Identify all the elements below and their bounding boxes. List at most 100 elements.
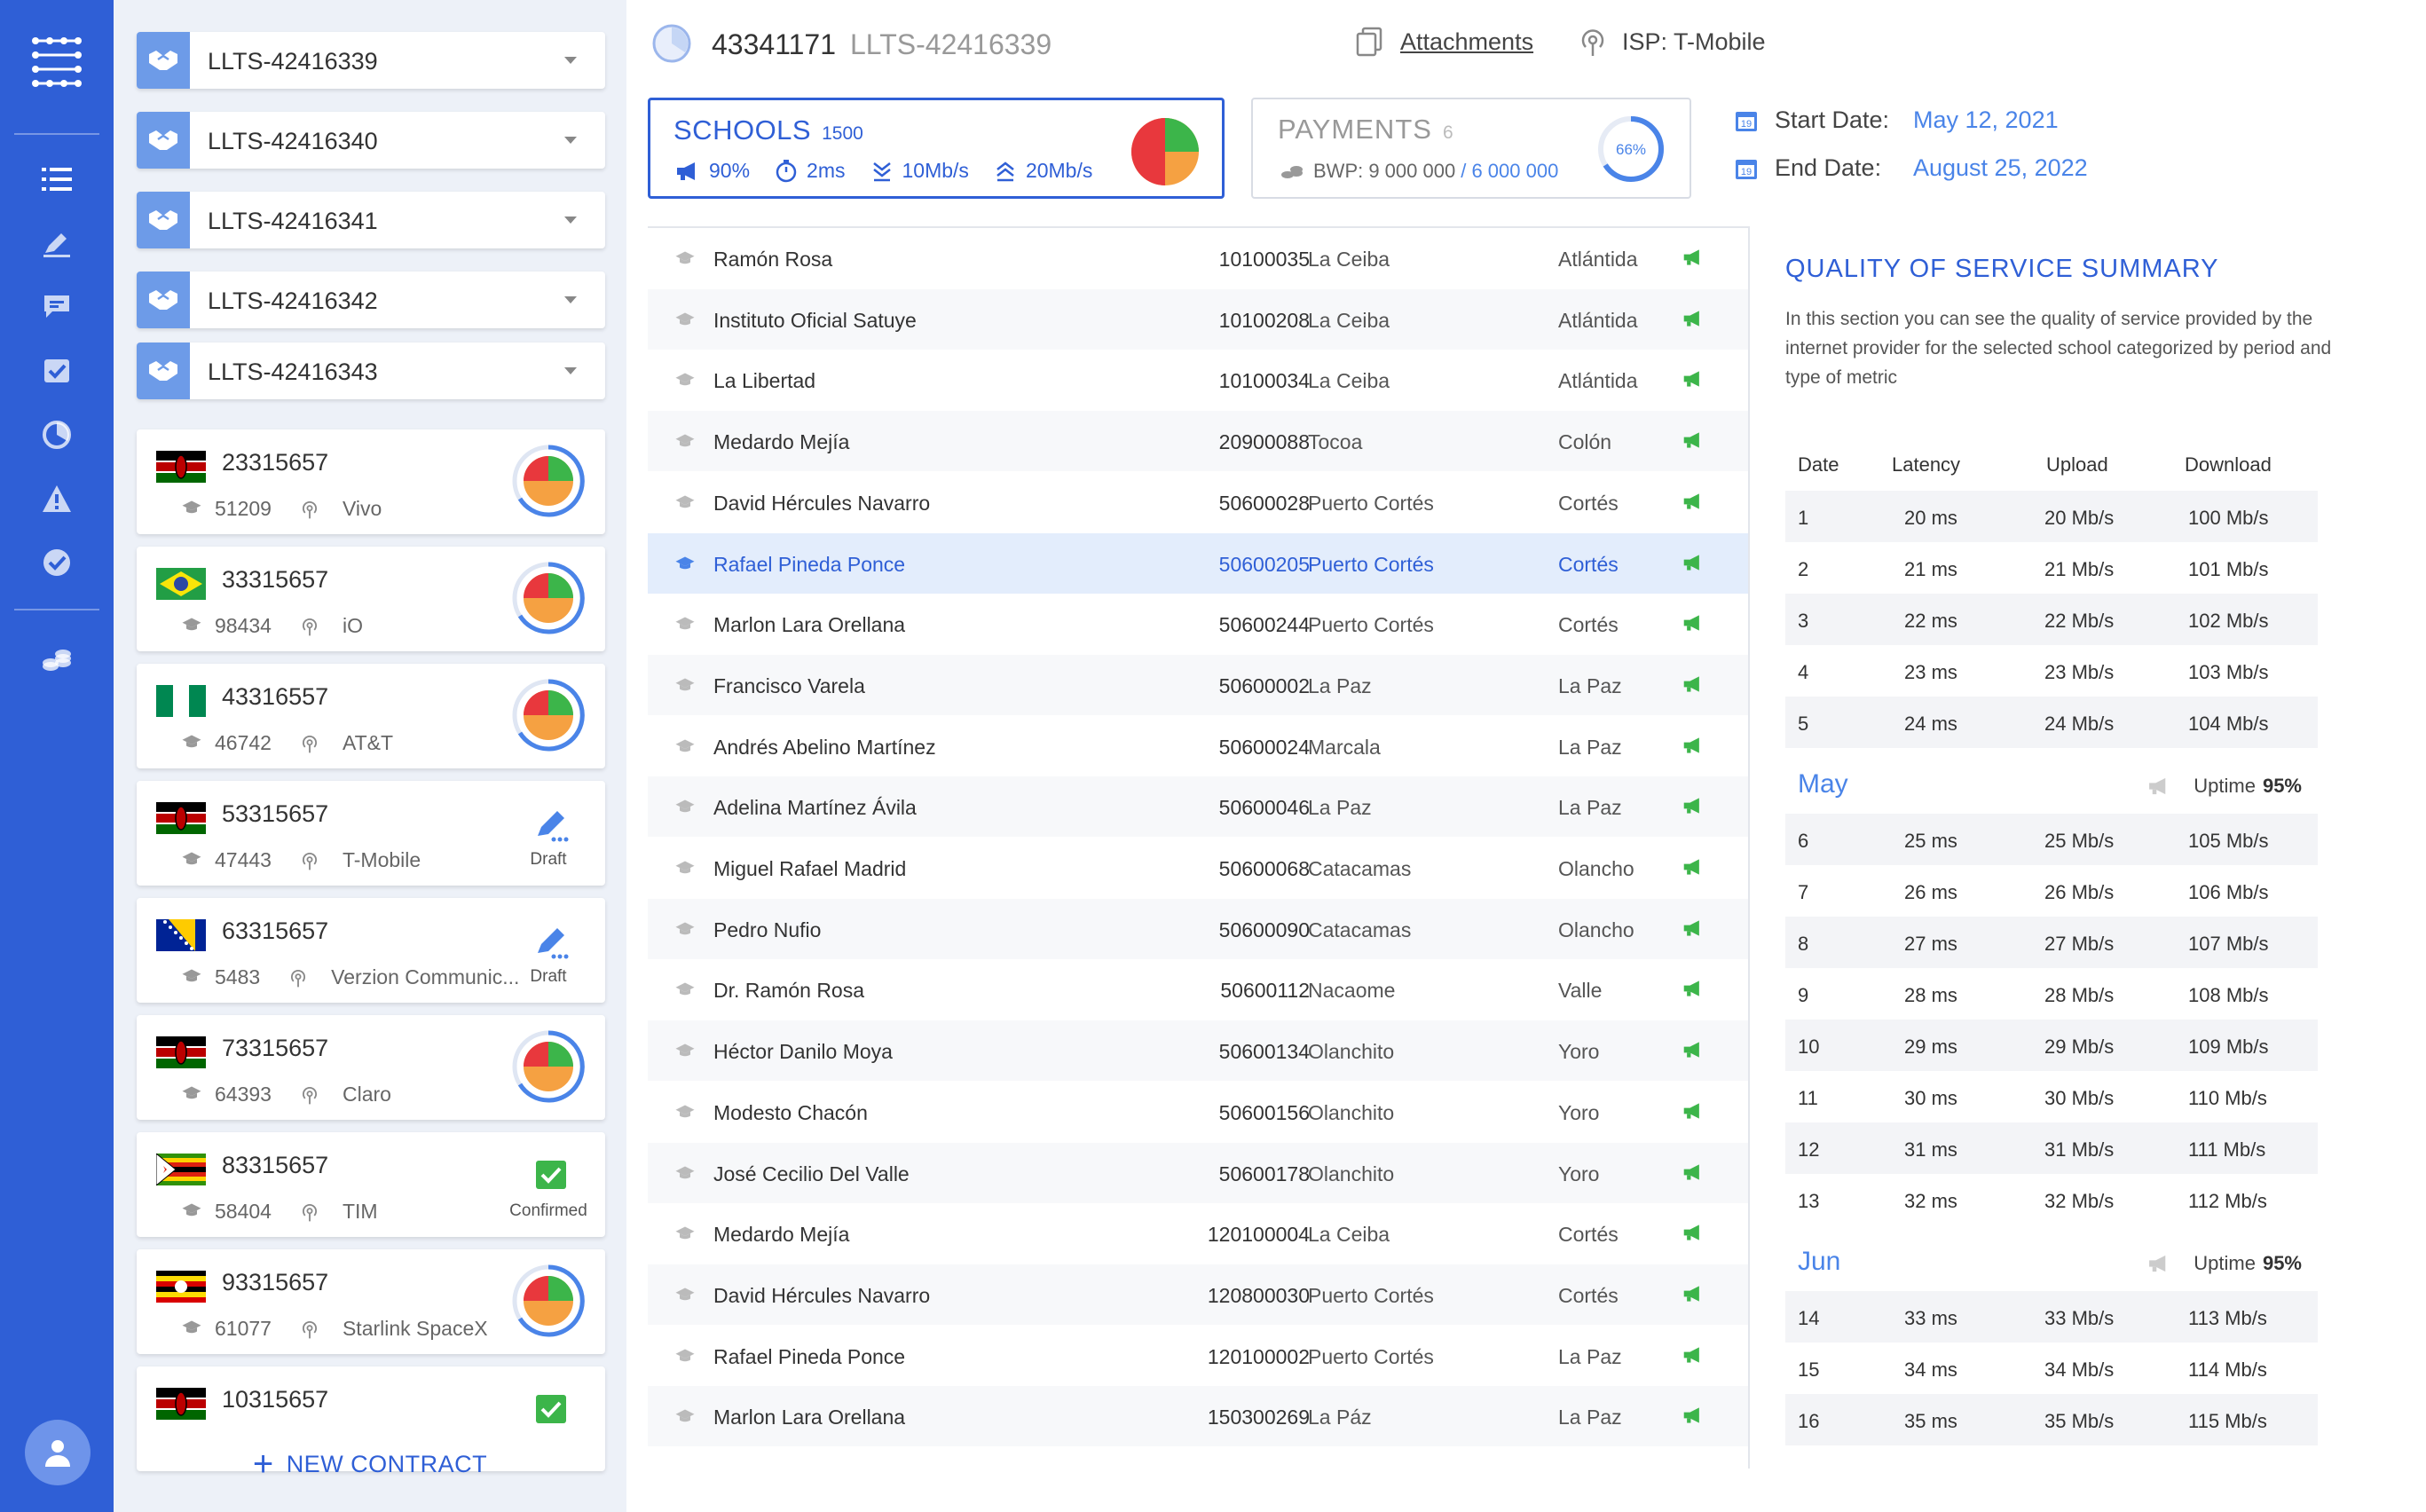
qos-latency: 24 ms	[1904, 713, 1957, 735]
chevron-down-icon[interactable]	[564, 367, 577, 374]
school-code: 50600002	[1218, 673, 1310, 697]
qos-row: 13 32 ms 32 Mb/s 112 Mb/s	[1785, 1174, 2318, 1225]
contract-card[interactable]: 23315657 51209 Vivo	[137, 429, 605, 534]
school-row[interactable]: La Libertad 10100034 La Ceiba Atlántida	[648, 350, 1748, 410]
school-cap-icon	[181, 1317, 215, 1341]
attachments-link[interactable]: Attachments	[1356, 27, 1533, 57]
nav-check-circle-icon[interactable]	[0, 536, 114, 589]
contract-number: 10315657	[222, 1386, 329, 1413]
start-date-row: 19 Start Date: May 12, 2021	[1734, 106, 2059, 134]
chevron-down-icon[interactable]	[564, 217, 577, 224]
school-cap-icon	[674, 369, 701, 390]
contract-card[interactable]: 63315657 5483 Verzion Communic... Draft	[137, 898, 605, 1003]
contract-selector[interactable]: LLTS-42416342	[137, 272, 605, 328]
contract-card[interactable]: 73315657 64393 Claro	[137, 1015, 605, 1120]
isp-info: Vivo	[300, 497, 382, 521]
school-row[interactable]: David Hércules Navarro 50600028 Puerto Cor…	[648, 472, 1748, 532]
school-city: Marcala	[1308, 735, 1381, 759]
nav-chat-icon[interactable]	[0, 280, 114, 334]
connectivity-status-icon	[1682, 1223, 1707, 1244]
contract-selector[interactable]: LLTS-42416341	[137, 192, 605, 248]
contract-meta: 46742 AT&T	[181, 731, 393, 755]
handshake-icon	[137, 192, 190, 248]
contract-card[interactable]: 33315657 98434 iO	[137, 547, 605, 651]
school-row[interactable]: Héctor Danilo Moya 50600134 Olanchito Yoro	[648, 1020, 1748, 1082]
school-row[interactable]: Andrés Abelino Martínez 50600024 Marcala La…	[648, 716, 1748, 776]
school-province: Cortés	[1558, 552, 1619, 576]
school-city: Puerto Cortés	[1308, 613, 1434, 637]
school-row[interactable]: Medardo Mejía 120100004 La Ceiba Cortés	[648, 1203, 1748, 1264]
school-row[interactable]: Francisco Varela 50600002 La Paz La Paz	[648, 654, 1748, 715]
nav-warning-icon[interactable]	[0, 472, 114, 525]
contract-selector[interactable]: LLTS-42416343	[137, 343, 605, 399]
flag-icon	[156, 802, 206, 834]
uptime-value: 95%	[2262, 1252, 2302, 1274]
contract-card[interactable]: 83315657 58404 TIM Confirmed	[137, 1132, 605, 1237]
payments-total: / 6 000 000	[1461, 160, 1559, 182]
school-city: Catacamas	[1308, 857, 1412, 880]
connectivity-status-icon	[1682, 553, 1707, 574]
schools-summary-card[interactable]: SCHOOLS 1500 90% 2ms 10Mb/s 20Mb/s	[648, 98, 1225, 199]
isp-name: Claro	[342, 1083, 391, 1106]
school-row[interactable]: José Cecilio Del Valle 50600178 Olanchito Y…	[648, 1142, 1748, 1203]
qos-latency: 29 ms	[1904, 1036, 1957, 1058]
chevron-down-icon[interactable]	[564, 296, 577, 303]
school-row[interactable]: Rafael Pineda Ponce 50600205 Puerto Cortés…	[648, 532, 1748, 594]
payments-summary-card[interactable]: PAYMENTS 6 BWP: 9 000 000 / 6 000 000 66%	[1251, 98, 1691, 199]
connectivity-status-icon	[1682, 492, 1707, 513]
contract-number: 73315657	[222, 1035, 329, 1061]
qos-download: 110 Mb/s	[2188, 1087, 2267, 1109]
school-row[interactable]: Modesto Chacón 50600156 Olanchito Yoro	[648, 1082, 1748, 1142]
contract-selector[interactable]: LLTS-42416339	[137, 32, 605, 89]
nav-check-box-icon[interactable]	[0, 344, 114, 398]
contract-card[interactable]: 93315657 61077 Starlink SpaceX	[137, 1249, 605, 1354]
chevron-down-icon[interactable]	[564, 137, 577, 144]
draft-pencil-icon[interactable]	[531, 804, 571, 845]
user-icon	[45, 1440, 70, 1467]
contract-selector[interactable]: LLTS-42416340	[137, 112, 605, 169]
end-date-value[interactable]: August 25, 2022	[1913, 154, 2088, 182]
school-row[interactable]: Dr. Ramón Rosa 50600112 Nacaome Valle	[648, 959, 1748, 1020]
school-row[interactable]: Marlon Lara Orellana 150300269 La Páz La Pa…	[648, 1386, 1748, 1447]
connectivity-status-icon	[1682, 309, 1707, 330]
nav-list-icon[interactable]	[0, 153, 114, 206]
qos-latency: 33 ms	[1904, 1307, 1957, 1329]
contract-card[interactable]: 43316557 46742 AT&T	[137, 664, 605, 768]
school-row[interactable]: Medardo Mejía 20900088 Tocoa Colón	[648, 411, 1748, 472]
nav-pie-chart-icon[interactable]	[0, 408, 114, 461]
qos-download: 105 Mb/s	[2188, 830, 2269, 852]
qos-date: 9	[1798, 984, 1809, 1006]
new-contract-button[interactable]: + NEW CONTRACT	[114, 1420, 626, 1508]
school-row[interactable]: Adelina Martínez Ávila 50600046 La Paz La P…	[648, 776, 1748, 838]
isp-name: TIM	[342, 1200, 378, 1223]
contract-meta: 58404 TIM	[181, 1200, 378, 1224]
status-pie-chart	[511, 444, 586, 518]
school-city: Puerto Cortés	[1308, 1283, 1434, 1307]
new-contract-label: NEW CONTRACT	[286, 1450, 488, 1477]
school-row[interactable]: Miguel Rafael Madrid 50600068 Catacamas Ola…	[648, 838, 1748, 898]
nav-edit-icon[interactable]	[0, 217, 114, 270]
school-row[interactable]: Ramón Rosa 10100035 La Ceiba Atlántida	[648, 228, 1748, 288]
chevron-down-icon[interactable]	[564, 57, 577, 64]
school-row[interactable]: Marlon Lara Orellana 50600244 Puerto Corté…	[648, 594, 1748, 654]
school-province: Cortés	[1558, 491, 1619, 515]
connectivity-status-icon	[1682, 918, 1707, 940]
nav-coins-icon[interactable]	[0, 632, 114, 685]
school-code: 10100035	[1218, 248, 1310, 271]
confirmed-check-icon[interactable]	[531, 1155, 571, 1196]
school-row[interactable]: Pedro Nufio 50600090 Catacamas Olancho	[648, 898, 1748, 959]
draft-pencil-icon[interactable]	[531, 921, 571, 962]
contract-card[interactable]: 53315657 47443 T-Mobile Draft	[137, 781, 605, 886]
coins-icon	[1281, 166, 1303, 178]
handshake-icon	[137, 272, 190, 328]
school-cap-icon	[674, 736, 701, 757]
qos-summary-panel: QUALITY OF SERVICE SUMMARY In this secti…	[1750, 226, 2426, 1512]
col-download: Download	[2185, 453, 2272, 476]
app-logo-icon[interactable]	[30, 34, 83, 87]
start-date-value[interactable]: May 12, 2021	[1913, 106, 2059, 134]
school-row[interactable]: Rafael Pineda Ponce 120100002 Puerto Corté…	[648, 1326, 1748, 1386]
user-avatar[interactable]	[25, 1420, 91, 1485]
qos-upload: 24 Mb/s	[2044, 713, 2115, 735]
school-row[interactable]: David Hércules Navarro 120800030 Puerto Co…	[648, 1264, 1748, 1325]
school-row[interactable]: Instituto Oficial Satuye 10100208 La Ceiba…	[648, 288, 1748, 350]
